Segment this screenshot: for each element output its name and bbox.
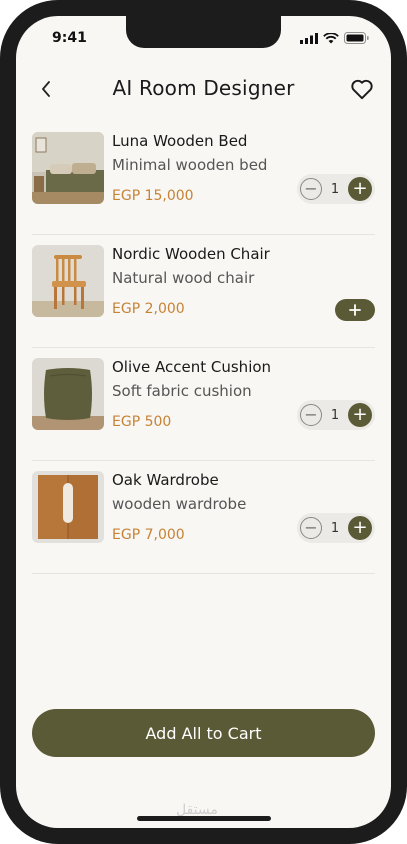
product-description: Minimal wooden bed xyxy=(112,156,268,174)
product-image-wardrobe xyxy=(32,471,104,543)
product-list: Luna Wooden Bed Minimal wooden bed EGP 1… xyxy=(32,122,375,574)
product-image-bed xyxy=(32,132,104,204)
product-price: EGP 2,000 xyxy=(112,301,185,317)
list-item[interactable]: Nordic Wooden Chair Natural wood chair E… xyxy=(32,235,375,348)
phone-frame: 9:41 AI Room Designer Luna Wooden Bed Mi… xyxy=(0,0,407,844)
product-name: Olive Accent Cushion xyxy=(112,358,272,376)
signal-icon xyxy=(300,32,318,44)
quantity-stepper: − 1 + xyxy=(297,174,375,204)
product-description: wooden wardrobe xyxy=(112,495,247,513)
decrease-quantity-button[interactable]: − xyxy=(300,178,322,200)
product-image-cushion xyxy=(32,358,104,430)
increase-quantity-button[interactable]: + xyxy=(348,516,372,540)
notch xyxy=(126,16,281,48)
quantity-value: 1 xyxy=(330,181,340,197)
quantity-value: 1 xyxy=(330,520,340,536)
decrease-quantity-button[interactable]: − xyxy=(300,404,322,426)
screen: 9:41 AI Room Designer Luna Wooden Bed Mi… xyxy=(16,16,391,828)
favorite-button[interactable] xyxy=(349,76,375,102)
product-price: EGP 500 xyxy=(112,414,172,430)
quantity-stepper: − 1 + xyxy=(297,513,375,543)
home-indicator xyxy=(137,816,271,821)
list-item[interactable]: Olive Accent Cushion Soft fabric cushion… xyxy=(32,348,375,461)
wifi-icon xyxy=(323,32,339,43)
product-image-chair xyxy=(32,245,104,317)
status-time: 9:41 xyxy=(52,30,87,46)
product-name: Oak Wardrobe xyxy=(112,471,219,489)
product-name: Luna Wooden Bed xyxy=(112,132,248,150)
add-to-cart-button[interactable] xyxy=(335,299,375,321)
quantity-stepper: − 1 + xyxy=(297,400,375,430)
list-item[interactable]: Oak Wardrobe wooden wardrobe EGP 7,000 −… xyxy=(32,461,375,574)
battery-icon xyxy=(344,32,369,44)
increase-quantity-button[interactable]: + xyxy=(348,177,372,201)
plus-icon xyxy=(349,304,361,316)
product-price: EGP 15,000 xyxy=(112,188,194,204)
list-item[interactable]: Luna Wooden Bed Minimal wooden bed EGP 1… xyxy=(32,122,375,235)
product-description: Soft fabric cushion xyxy=(112,382,252,400)
product-price: EGP 7,000 xyxy=(112,527,185,543)
status-icons xyxy=(300,32,369,44)
page-title: AI Room Designer xyxy=(112,76,295,100)
add-all-to-cart-button[interactable]: Add All to Cart xyxy=(32,709,375,757)
heart-icon xyxy=(351,79,373,100)
product-description: Natural wood chair xyxy=(112,269,255,287)
header: AI Room Designer xyxy=(16,72,391,108)
quantity-value: 1 xyxy=(330,407,340,423)
product-name: Nordic Wooden Chair xyxy=(112,245,270,263)
increase-quantity-button[interactable]: + xyxy=(348,403,372,427)
decrease-quantity-button[interactable]: − xyxy=(300,517,322,539)
